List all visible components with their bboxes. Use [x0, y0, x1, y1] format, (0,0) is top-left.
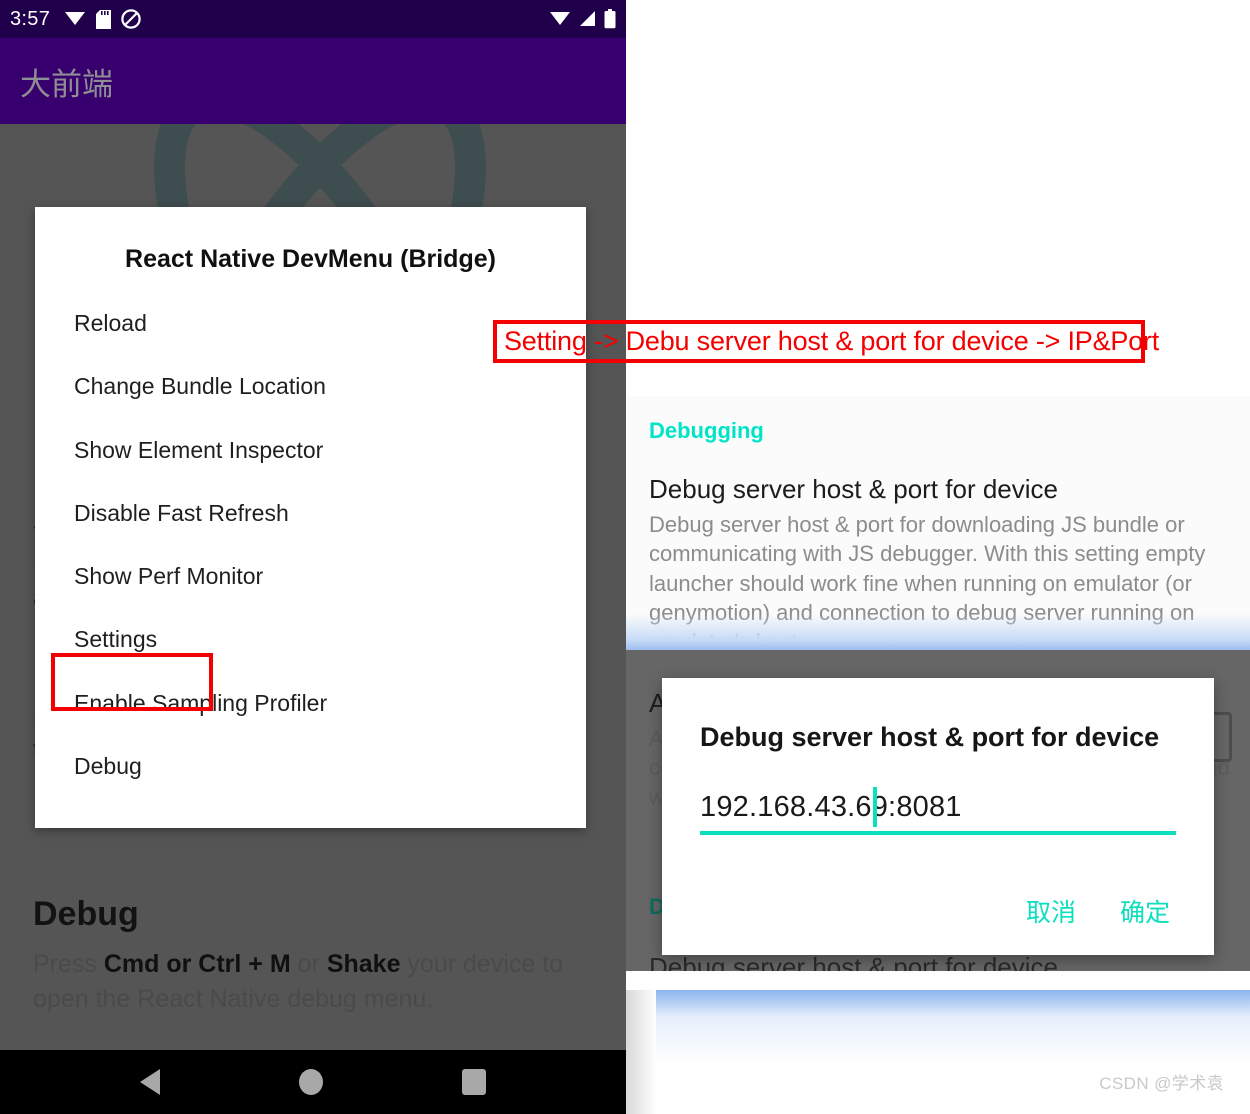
text-caret — [873, 787, 877, 827]
back-triangle-icon[interactable] — [139, 1069, 160, 1095]
preference-title: Debug server host & port for device — [649, 474, 1058, 504]
debug-body-bold-2: Shake — [326, 950, 401, 979]
wifi-off-icon: x — [550, 12, 570, 28]
debug-body-mid: or — [290, 950, 327, 979]
home-circle-icon[interactable] — [298, 1069, 323, 1095]
debug-body-prefix: Press — [33, 950, 104, 979]
cancel-button[interactable]: 取消 — [1026, 893, 1076, 929]
input-dialog-actions: 取消 确定 — [662, 835, 1214, 955]
recents-square-icon[interactable] — [462, 1069, 487, 1095]
status-bar: 3:57 ? x — [0, 0, 626, 38]
debug-section-title: Debug — [33, 895, 139, 933]
csdn-watermark: CSDN @学术袁 — [1099, 1074, 1224, 1093]
do-not-disturb-icon — [121, 9, 141, 29]
debug-section-body: Press Cmd or Ctrl + M or Shake your devi… — [33, 947, 593, 1016]
debug-body-bold-1: Cmd or Ctrl + M — [103, 950, 291, 979]
svg-text:?: ? — [78, 19, 83, 28]
status-bar-clock: 3:57 — [10, 7, 51, 30]
dev-menu-title: React Native DevMenu (Bridge) — [125, 245, 496, 273]
dev-menu-item-settings[interactable]: Settings — [35, 608, 586, 671]
dev-menu-item-show-element-inspector[interactable]: Show Element Inspector — [35, 419, 586, 482]
app-title: 大前端 — [20, 66, 113, 102]
dev-menu-item-change-bundle-location[interactable]: Change Bundle Location — [35, 355, 586, 418]
dev-menu-item-debug[interactable]: Debug — [35, 735, 586, 798]
debug-server-input-dialog: Debug server host & port for device 192.… — [662, 678, 1214, 955]
app-bar: 大前端 — [0, 38, 626, 124]
input-field-wrapper[interactable]: 192.168.43.69:8081 — [700, 787, 1176, 835]
dev-menu-item-enable-sampling-profiler[interactable]: Enable Sampling Profiler — [35, 672, 586, 735]
settings-bottom-gradient — [626, 990, 1250, 1114]
annotation-banner: Setting -> Debu server host & port for d… — [493, 320, 1159, 363]
dev-menu-item-show-perf-monitor[interactable]: Show Perf Monitor — [35, 545, 586, 608]
ok-button[interactable]: 确定 — [1120, 893, 1170, 929]
debug-section: Debug Press Cmd or Ctrl + M or Shake you… — [33, 895, 593, 1016]
input-dialog-title: Debug server host & port for device — [700, 722, 1160, 752]
settings-left-edge-shadow — [626, 990, 656, 1114]
debug-server-input[interactable]: 192.168.43.69:8081 — [700, 791, 962, 824]
wifi-question-icon: ? — [65, 12, 86, 28]
dev-menu-item-disable-fast-refresh[interactable]: Disable Fast Refresh — [35, 482, 586, 545]
settings-preference-card: Debugging Debug server host & port for d… — [626, 396, 1250, 654]
sd-card-icon — [96, 9, 112, 29]
battery-icon — [604, 9, 616, 29]
selection-gradient — [626, 614, 1250, 650]
category-label-debugging: Debugging — [649, 418, 764, 443]
navigation-bar — [0, 1050, 626, 1114]
svg-text:x: x — [562, 19, 567, 28]
signal-icon — [580, 11, 595, 26]
dev-menu-dialog: React Native DevMenu (Bridge) Reload Cha… — [35, 207, 586, 829]
android-phone-screenshot: See Your Changes Press Cmd + R inside th… — [0, 0, 626, 1114]
